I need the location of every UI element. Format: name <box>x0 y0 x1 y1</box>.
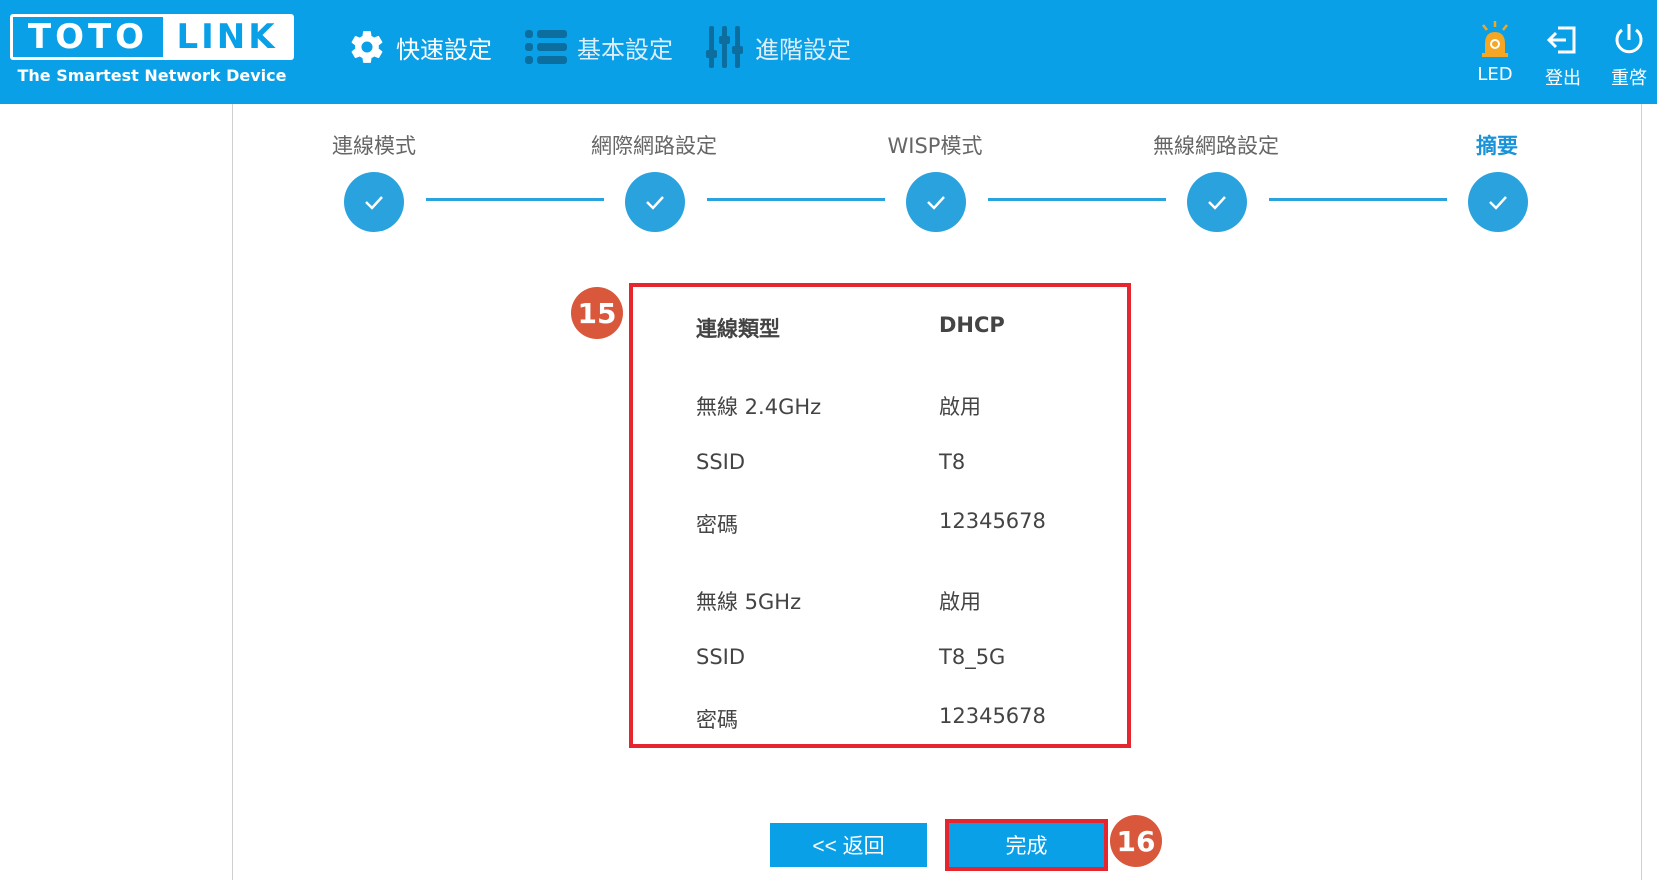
summary-highlight-box: 連線類型 DHCP 無線 2.4GHz 啟用 SSID T8 密碼 123456… <box>629 283 1131 748</box>
finish-button-highlight: 完成 <box>945 819 1108 871</box>
annotation-badge-16: 16 <box>1110 815 1162 867</box>
summary-key: 無線 5GHz <box>696 590 802 614</box>
gear-icon <box>351 31 383 63</box>
power-icon <box>1615 24 1643 54</box>
led-bulb-icon <box>1482 21 1508 57</box>
step-4-complete <box>1187 172 1247 232</box>
checkmark-icon <box>1208 196 1226 210</box>
nav-advanced-label: 進階設定 <box>755 35 851 64</box>
reboot-button[interactable]: 重啓 <box>1599 20 1657 90</box>
nav-advanced-setup[interactable]: 進階設定 <box>705 22 851 72</box>
nav-basic-setup[interactable]: 基本設定 <box>525 22 673 72</box>
checkmark-icon <box>365 196 383 210</box>
logout-label: 登出 <box>1545 68 1581 89</box>
summary-key: SSID <box>696 450 746 474</box>
logo-text-link: LINK <box>163 17 291 57</box>
step-connector <box>707 198 885 201</box>
content-border-left <box>232 104 233 880</box>
nav-quick-setup[interactable]: 快速設定 <box>348 22 492 72</box>
step-label-internet: 網際網路設定 <box>591 134 717 158</box>
summary-value: DHCP <box>939 313 1005 337</box>
reboot-label: 重啓 <box>1611 68 1647 89</box>
annotation-badge-15: 15 <box>571 287 623 339</box>
list-icon <box>525 30 567 64</box>
finish-button[interactable]: 完成 <box>949 823 1104 867</box>
summary-key: 無線 2.4GHz <box>696 395 822 419</box>
step-label-summary: 摘要 <box>1476 134 1518 158</box>
nav-quick-label: 快速設定 <box>396 35 492 64</box>
summary-key: SSID <box>696 645 746 669</box>
checkmark-icon <box>927 196 945 210</box>
nav-basic-label: 基本設定 <box>577 35 673 64</box>
summary-value: 啟用 <box>939 590 981 614</box>
logo-text-toto: TOTO <box>27 17 149 57</box>
step-label-wireless: 無線網路設定 <box>1153 134 1279 158</box>
top-header: TOTO LINK The Smartest Network Device 快速… <box>0 0 1657 104</box>
led-button[interactable]: LED <box>1465 20 1525 90</box>
step-connector <box>988 198 1166 201</box>
summary-key: 密碼 <box>696 708 738 732</box>
step-5-complete <box>1468 172 1528 232</box>
summary-value: T8_5G <box>939 645 1006 669</box>
summary-key: 密碼 <box>696 513 738 537</box>
logo-tagline: The Smartest Network Device <box>17 66 287 85</box>
step-connector <box>1269 198 1447 201</box>
step-3-complete <box>906 172 966 232</box>
step-label-connection-mode: 連線模式 <box>332 134 416 158</box>
led-label: LED <box>1477 64 1513 85</box>
sliders-icon <box>706 26 743 68</box>
totolink-logo: TOTO LINK The Smartest Network Device <box>10 14 294 94</box>
step-label-wisp: WISP模式 <box>887 134 983 158</box>
logout-button[interactable]: 登出 <box>1533 20 1593 90</box>
checkmark-icon <box>646 196 664 210</box>
logout-icon <box>1546 26 1576 54</box>
step-1-complete <box>344 172 404 232</box>
content-border-right <box>1641 104 1642 880</box>
summary-value: 啟用 <box>939 395 981 419</box>
step-2-complete <box>625 172 685 232</box>
summary-value: T8 <box>939 450 966 474</box>
checkmark-icon <box>1489 196 1507 210</box>
back-button[interactable]: << 返回 <box>770 823 927 867</box>
summary-value: 12345678 <box>939 704 1046 728</box>
summary-key: 連線類型 <box>696 317 780 341</box>
summary-value: 12345678 <box>939 509 1046 533</box>
step-connector <box>426 198 604 201</box>
